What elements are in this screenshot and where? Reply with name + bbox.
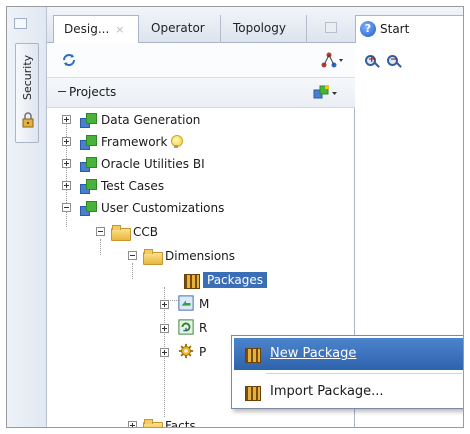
projects-label: Projects [69,85,117,99]
tree-node-packages[interactable]: Packages [47,269,347,291]
expand-icon[interactable] [62,159,71,168]
menu-item-label: New Package [270,346,357,361]
odi-window: Security Desig... × Operator Topology ? S… [6,6,464,428]
tree-node-label: P [199,345,207,359]
tree-node-mappings[interactable]: M [47,293,347,315]
tab-start-label: Start [380,22,410,36]
designer-toolbar [47,43,355,77]
tab-designer-label: Desig... [64,22,110,36]
tree-node-label: R [199,321,208,335]
project-icon [79,134,97,150]
collapse-icon[interactable] [57,87,67,97]
side-strip: Security [7,7,47,427]
tree-node-ccb[interactable]: CCB [47,221,347,243]
expand-icon[interactable] [128,421,137,427]
reusable-mapping-icon [178,319,194,335]
tree-node-test-cases[interactable]: Test Cases [47,175,347,197]
package-icon [183,272,201,289]
expand-icon[interactable] [160,324,169,333]
expand-icon[interactable] [62,137,71,146]
folder-icon [143,418,163,427]
collapse-icon[interactable] [128,251,137,260]
tree-node-data-generation[interactable]: Data Generation [47,109,347,131]
tree-node-label: User Customizations [101,201,225,215]
expand-icon[interactable] [160,348,169,357]
projects-accordion-header[interactable]: Projects [47,78,355,108]
security-tab[interactable]: Security [15,43,39,143]
procedure-icon [178,343,194,359]
tree-node-framework[interactable]: Framework [47,131,347,153]
restore-panel-icon[interactable] [13,16,27,30]
tree-node-label: Data Generation [101,113,201,127]
tree-node-label: M [199,297,210,311]
tree-node-oracle-utilities-bi[interactable]: Oracle Utilities BI [47,153,347,175]
expand-icon[interactable] [62,181,71,190]
connect-navigator-icon[interactable] [321,52,345,68]
collapse-icon[interactable] [62,203,71,212]
tree-node-facts[interactable]: Facts [47,415,347,428]
close-icon[interactable]: × [115,23,124,36]
project-menu-icon[interactable] [313,84,339,102]
tree-node-label: Dimensions [165,249,236,263]
folder-icon [111,224,131,241]
menu-separator [266,373,462,374]
expand-icon[interactable] [160,300,169,309]
mapping-icon [178,295,194,311]
package-icon [244,384,262,401]
tree-node-user-customizations[interactable]: User Customizations [47,197,347,219]
package-icon [244,346,262,363]
menu-item-new-package[interactable]: New Package [234,338,463,370]
tab-operator[interactable]: Operator [141,15,221,43]
refresh-icon[interactable] [61,52,77,68]
help-icon: ? [360,21,376,37]
tree-node-label: Facts [165,419,196,428]
minimize-panel-icon[interactable] [325,22,337,33]
zoom-in-icon[interactable]: + [365,55,380,69]
menu-item-label: Import Package... [270,384,384,399]
menu-item-import-package[interactable]: Import Package... [234,376,463,408]
tab-topology-label: Topology [233,21,286,35]
tree-node-dimensions[interactable]: Dimensions [47,245,347,267]
zoom-out-icon[interactable]: − [387,55,402,69]
tree-node-label: Oracle Utilities BI [101,157,205,171]
project-icon [79,112,97,128]
expand-icon[interactable] [62,115,71,124]
tree-node-label: Framework [101,135,168,149]
folder-icon [143,248,163,265]
context-menu: New Package Import Package... [231,335,463,409]
project-icon [79,156,97,172]
project-icon [79,200,97,216]
project-icon [79,178,97,194]
lightbulb-icon [171,135,183,149]
collapse-icon[interactable] [96,227,105,236]
tree-node-label: Packages [203,272,267,288]
tab-operator-label: Operator [151,21,205,35]
security-tab-label: Security [21,54,34,100]
tree-node-label: CCB [133,225,158,239]
tree-node-label: Test Cases [101,179,165,193]
tab-topology[interactable]: Topology [223,15,307,43]
lock-icon [22,112,34,128]
tab-start-page[interactable]: ? Start [355,15,463,43]
tab-designer[interactable]: Desig... × [53,15,139,44]
